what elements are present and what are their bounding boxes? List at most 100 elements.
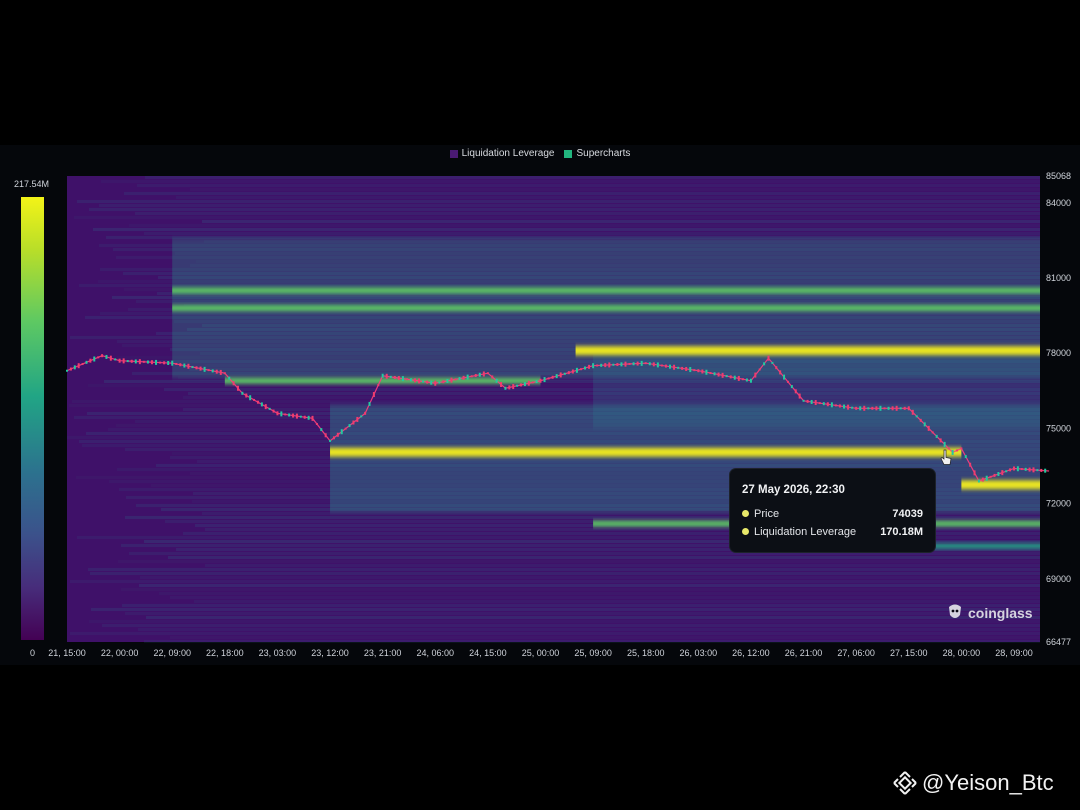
x-tick-label: 25, 00:00 (522, 648, 560, 658)
candle (915, 415, 918, 418)
candle (500, 381, 503, 387)
candle (126, 360, 129, 363)
candle (504, 386, 507, 390)
candle (709, 372, 712, 375)
x-tick-label: 26, 12:00 (732, 648, 770, 658)
x-axis: 21, 15:00 22, 00:00 22, 09:00 22, 18:00 23, … (48, 648, 1033, 658)
candle (838, 404, 841, 408)
candle (523, 382, 526, 387)
x-tick-label: 23, 12:00 (311, 648, 349, 658)
candle (830, 402, 833, 408)
candle (985, 475, 988, 481)
candle (681, 366, 684, 370)
candle (1028, 467, 1031, 472)
candle (223, 372, 226, 375)
candle (721, 372, 724, 378)
candle (763, 362, 766, 366)
heatmap-texture-row (170, 636, 1040, 639)
candle (159, 361, 162, 364)
candle (73, 365, 76, 370)
candle (245, 393, 248, 398)
heatmap-texture-row (124, 192, 1040, 195)
heatmap-texture-row (145, 176, 1040, 179)
candle (652, 362, 655, 367)
candle (105, 354, 108, 359)
heatmap-texture-row (138, 628, 1040, 631)
candle (563, 372, 566, 375)
x-tick-label: 24, 06:00 (417, 648, 455, 658)
candle (822, 402, 825, 406)
heatmap-texture-row (70, 580, 1040, 583)
candle (575, 367, 578, 373)
candle (767, 355, 770, 361)
heatmap-texture-row (205, 564, 1040, 567)
candle (219, 369, 222, 375)
candle (535, 380, 538, 384)
x-tick-label: 26, 21:00 (785, 648, 823, 658)
candle (612, 363, 615, 366)
candle (352, 420, 355, 425)
candle (677, 366, 680, 369)
candle (482, 371, 485, 377)
heatmap-texture-row (99, 204, 1040, 207)
heatmap-texture-row (170, 596, 1040, 599)
candle (491, 375, 494, 379)
candle (377, 384, 380, 387)
candle (85, 360, 88, 364)
heatmap-texture-row (89, 208, 1040, 211)
x-tick-label: 27, 06:00 (837, 648, 875, 658)
candle (260, 402, 263, 407)
candle (895, 405, 898, 411)
candle (604, 363, 607, 368)
candle (401, 376, 404, 382)
candle (867, 407, 870, 410)
candle (241, 391, 244, 395)
candle (203, 366, 206, 372)
candle (705, 369, 708, 375)
tooltip-price-value: 74039 (892, 508, 923, 520)
candle (454, 378, 457, 381)
candle (264, 404, 267, 410)
candle (138, 359, 141, 365)
candle (77, 363, 80, 369)
candle (559, 372, 562, 378)
candle (790, 385, 793, 389)
x-tick-label: 28, 09:00 (995, 648, 1033, 658)
candle (887, 406, 890, 410)
heatmap-chart[interactable]: 85068 84000 81000 78000 75000 72000 69000 66477… (0, 0, 1080, 680)
candle (320, 428, 323, 432)
candle (462, 375, 465, 380)
binance-logo-icon (893, 771, 917, 795)
candle (567, 371, 570, 375)
heatmap-texture-row (139, 584, 1040, 587)
x-tick-label: 23, 21:00 (364, 648, 402, 658)
candle (527, 380, 530, 386)
candle (442, 380, 445, 384)
candle (329, 439, 332, 442)
candle (1009, 468, 1012, 472)
candle (389, 375, 392, 378)
candle (1040, 468, 1043, 472)
y-tick-label: 72000 (1046, 499, 1071, 509)
candle (356, 416, 359, 422)
candle (729, 375, 732, 379)
y-tick-label: 75000 (1046, 423, 1071, 433)
liquidation-band (172, 287, 1040, 294)
liquidation-band (172, 305, 1040, 312)
candle (969, 462, 972, 467)
candle (871, 406, 874, 410)
candle (779, 370, 782, 375)
candle (187, 363, 190, 369)
candle (660, 364, 663, 367)
candle (516, 384, 519, 387)
candle (199, 366, 202, 371)
candle (989, 475, 992, 478)
candle (644, 362, 647, 365)
candle (236, 385, 239, 391)
heatmap-texture-row (101, 180, 1040, 183)
x-tick-label: 22, 00:00 (101, 648, 139, 658)
heatmap-texture-row (125, 612, 1040, 615)
candle (405, 378, 408, 381)
candle (381, 373, 384, 378)
heatmap-texture-row (140, 576, 1040, 579)
